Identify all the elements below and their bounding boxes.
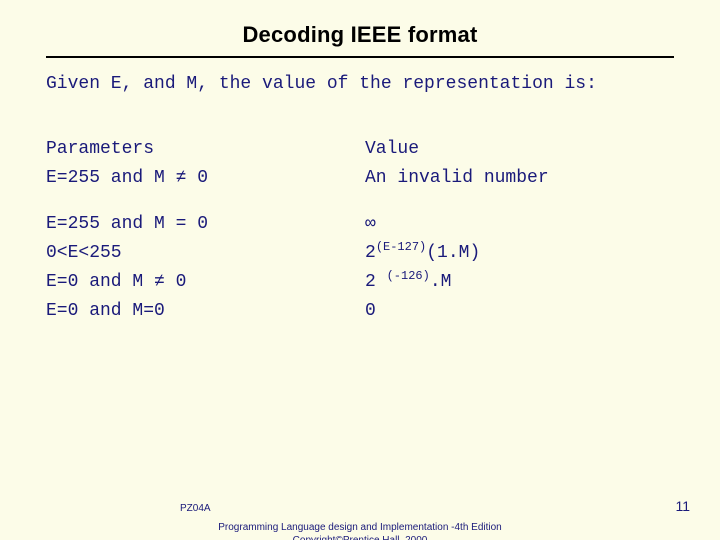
row-value: ∞ — [365, 212, 674, 237]
row-value: 0 — [365, 299, 674, 324]
value-exp: (-126) — [387, 269, 430, 283]
footer-line2: Copyright©Prentice Hall, 2000 — [293, 535, 428, 540]
footer-center: Programming Language design and Implemen… — [160, 522, 560, 540]
row-spacer — [46, 196, 674, 208]
row-param: 0<E<255 — [46, 241, 355, 266]
page-number: 11 — [675, 498, 690, 514]
value-tail: .M — [430, 272, 452, 292]
intro-line: Given E, and M, the value of the represe… — [46, 72, 674, 97]
value-tail: (1.M) — [426, 243, 480, 263]
row-param: E=0 and M=0 — [46, 299, 355, 324]
footer-line1: Programming Language design and Implemen… — [218, 522, 502, 533]
row-param: E=255 and M = 0 — [46, 212, 355, 237]
slide: Decoding IEEE format Given E, and M, the… — [0, 0, 720, 540]
row-value: 2(E-127)(1.M) — [365, 241, 674, 266]
value-base: 2 — [365, 272, 387, 292]
col-header-value: Value — [365, 137, 674, 162]
row-param: E=0 and M ≠ 0 — [46, 270, 355, 295]
slide-title: Decoding IEEE format — [0, 0, 720, 54]
row-param: E=255 and M ≠ 0 — [46, 166, 355, 191]
col-header-params: Parameters — [46, 137, 355, 162]
row-value: An invalid number — [365, 166, 674, 191]
horizontal-rule — [46, 56, 674, 58]
value-exp: (E-127) — [376, 240, 426, 254]
footer-code: PZ04A — [180, 503, 211, 514]
slide-body: Given E, and M, the value of the represe… — [0, 72, 720, 324]
value-base: 2 — [365, 243, 376, 263]
parameter-table: Parameters Value E=255 and M ≠ 0 An inva… — [46, 137, 674, 324]
row-value: 2 (-126).M — [365, 270, 674, 295]
